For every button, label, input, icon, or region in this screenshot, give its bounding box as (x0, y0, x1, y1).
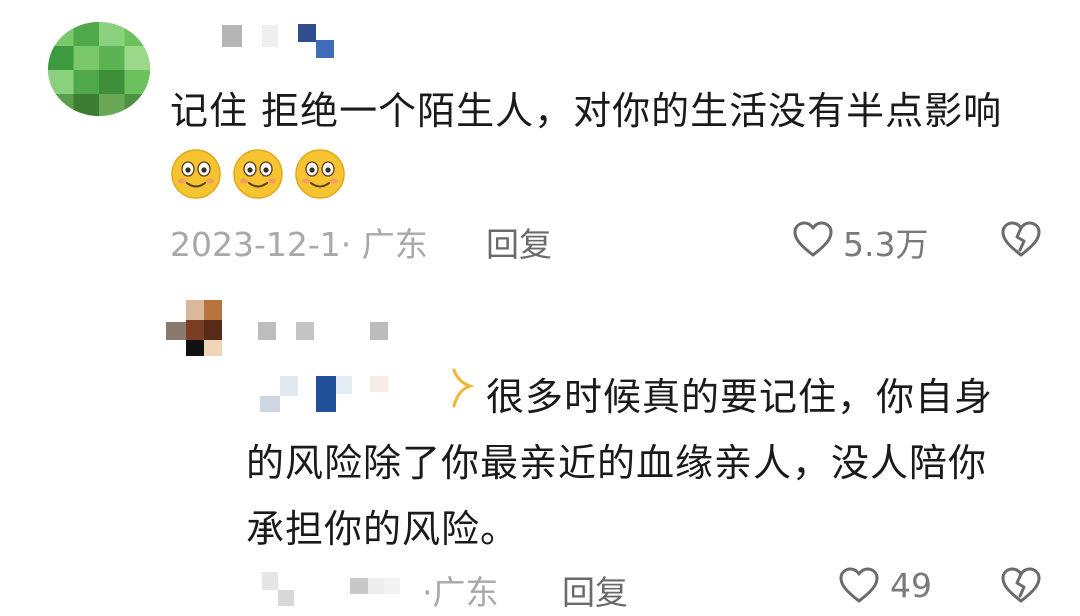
blur-block (384, 578, 400, 594)
like-count: 5.3万 (843, 225, 929, 264)
flushed-smile-icon (233, 149, 283, 199)
avatar-mosaic (48, 46, 150, 70)
blur-block (298, 24, 316, 42)
blur-block (316, 376, 336, 412)
avatar-mosaic (186, 340, 204, 356)
reply-button[interactable]: 回复 (486, 218, 552, 266)
commenter-avatar[interactable] (48, 22, 150, 116)
blur-block (368, 578, 384, 594)
blur-block (262, 572, 278, 590)
blur-block (316, 40, 334, 58)
avatar-mosaic (204, 320, 222, 340)
reply-text-line: 很多时候真的要记住，你自身 (486, 375, 994, 419)
dislike-broken-heart-icon[interactable] (1000, 566, 1042, 604)
blur-block (370, 322, 388, 340)
avatar-mosaic (186, 320, 204, 340)
reply-text-line: 承担你的风险。 (246, 507, 520, 551)
blur-block (280, 376, 298, 396)
blur-block (260, 396, 280, 412)
flushed-smile-icon (171, 149, 221, 199)
avatar-mosaic (204, 340, 222, 356)
blur-block (336, 376, 352, 394)
blur-block (296, 322, 314, 340)
avatar-mosaic (48, 94, 150, 116)
flushed-smile-icon (295, 149, 345, 199)
reply-like-count: 49 (890, 566, 932, 605)
blur-block (278, 590, 294, 606)
like-heart-icon[interactable] (792, 220, 834, 258)
avatar-mosaic (48, 70, 150, 94)
reply-arrow-icon (452, 368, 475, 408)
comment-date-location: 2023-12-1· 广东 (170, 225, 428, 264)
avatar-mosaic (204, 300, 222, 320)
blur-block (262, 25, 278, 47)
blur-block (258, 322, 276, 340)
reply-location: ·广东 (422, 573, 499, 612)
dislike-broken-heart-icon[interactable] (1000, 220, 1042, 258)
blur-block (222, 25, 242, 47)
avatar-mosaic (166, 322, 186, 340)
blur-block (350, 578, 368, 594)
like-heart-icon[interactable] (838, 566, 880, 604)
reply-text-line: 的风险除了你最亲近的血缘亲人，没人陪你 (246, 441, 988, 485)
blur-block (370, 376, 388, 392)
avatar-mosaic (186, 300, 204, 320)
reply-reply-button[interactable]: 回复 (562, 566, 628, 614)
comment-text: 记住 拒绝一个陌生人，对你的生活没有半点影响 (170, 89, 1003, 133)
